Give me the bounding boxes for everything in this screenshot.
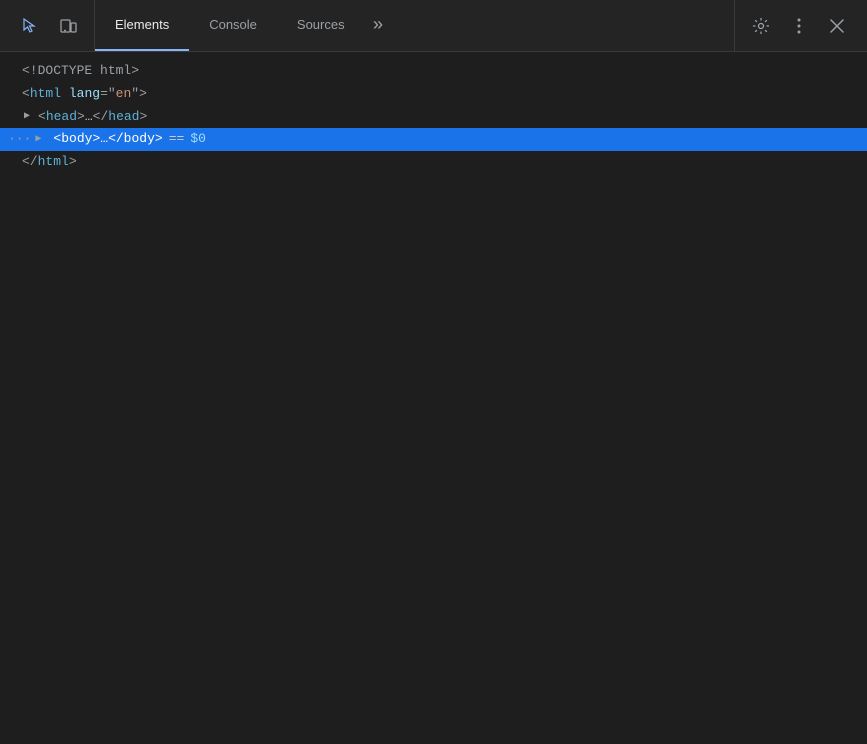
expander-placeholder: [8, 63, 22, 79]
expander-placeholder: [8, 86, 22, 102]
expander-placeholder: [8, 155, 22, 171]
dom-dollar-zero: $0: [190, 129, 206, 150]
dom-line-body[interactable]: ··· ▶ <body>…</body> == $0: [0, 128, 867, 151]
inspect-button[interactable]: [12, 8, 48, 44]
close-button[interactable]: [819, 8, 855, 44]
more-options-button[interactable]: [781, 8, 817, 44]
more-tabs-button[interactable]: »: [365, 0, 392, 51]
devtools-header: Elements Console Sources »: [0, 0, 867, 52]
body-expander[interactable]: ▶: [35, 132, 49, 148]
dom-tree: <!DOCTYPE html> <html lang="en" > ▶ <hea…: [0, 52, 867, 182]
tabs-area: Elements Console Sources »: [95, 0, 734, 51]
dom-line-html-open[interactable]: <html lang="en" >: [0, 83, 867, 106]
dom-line-head[interactable]: ▶ <head>…</head>: [0, 106, 867, 129]
left-icon-group: [4, 0, 95, 51]
tab-sources[interactable]: Sources: [277, 0, 365, 51]
tab-elements[interactable]: Elements: [95, 0, 189, 51]
device-toggle-button[interactable]: [50, 8, 86, 44]
dom-equals: ==: [169, 129, 185, 150]
doctype-text: <!DOCTYPE html>: [22, 61, 139, 82]
dom-dots: ···: [8, 129, 31, 150]
tab-console[interactable]: Console: [189, 0, 277, 51]
dom-line-html-close[interactable]: </html>: [0, 151, 867, 174]
right-icon-group: [734, 0, 863, 51]
head-expander[interactable]: ▶: [24, 109, 38, 125]
settings-button[interactable]: [743, 8, 779, 44]
dom-line-doctype[interactable]: <!DOCTYPE html>: [0, 60, 867, 83]
